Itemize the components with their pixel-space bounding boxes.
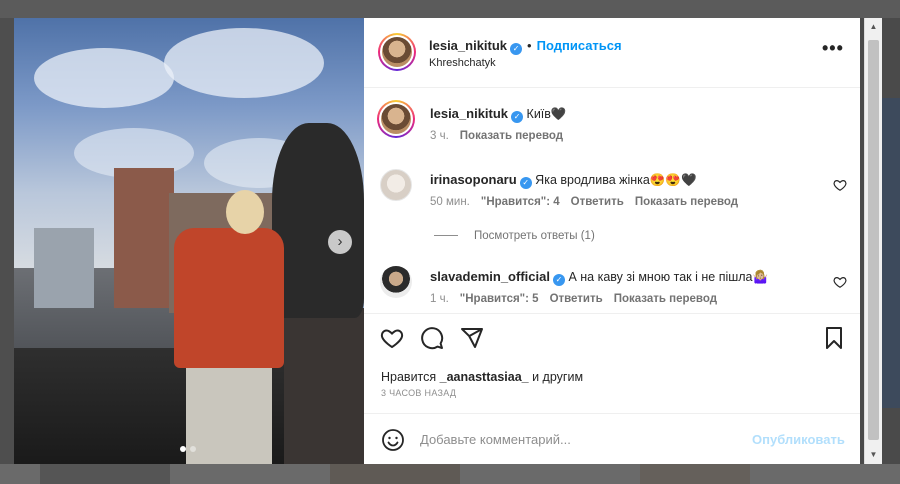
- comment-username[interactable]: slavademin_official: [430, 269, 550, 284]
- bookmark-icon[interactable]: [822, 326, 846, 350]
- backdrop-left: [0, 18, 14, 484]
- caption-text: Київ🖤: [526, 107, 567, 121]
- translate-link[interactable]: Показать перевод: [635, 196, 738, 208]
- caption-username[interactable]: lesia_nikituk: [430, 106, 508, 121]
- post-location[interactable]: Khreshchatyk: [429, 57, 496, 69]
- reply-button[interactable]: Ответить: [571, 196, 624, 208]
- author-username[interactable]: lesia_nikituk: [429, 38, 507, 53]
- caption-translate-link[interactable]: Показать перевод: [460, 130, 563, 142]
- comment-avatar[interactable]: [380, 266, 412, 298]
- publish-button[interactable]: Опубликовать: [752, 432, 845, 447]
- caption-time[interactable]: 3 ч.: [430, 130, 449, 142]
- likes-user[interactable]: _aanasttasiaa_: [440, 370, 529, 384]
- verified-badge-icon: ✓: [519, 177, 532, 189]
- author-avatar[interactable]: [378, 33, 416, 71]
- verified-badge-icon: ✓: [511, 111, 524, 123]
- reply-button[interactable]: Ответить: [550, 293, 603, 305]
- backdrop-bottom: [0, 464, 900, 484]
- carousel-dots: [180, 439, 200, 452]
- comment-likes[interactable]: "Нравится": 4: [481, 196, 560, 208]
- chevron-right-icon: ›: [337, 233, 343, 250]
- translate-link[interactable]: Показать перевод: [614, 293, 717, 305]
- post-panel: lesia_nikituk ✓ • Подписаться Khreshchatyk …: [364, 18, 860, 464]
- scroll-down-arrow-icon[interactable]: ▼: [865, 448, 882, 462]
- more-options-icon[interactable]: •••: [822, 39, 844, 57]
- verified-badge-icon: ✓: [510, 43, 523, 55]
- comment-avatar[interactable]: [380, 169, 412, 201]
- follow-button[interactable]: Подписаться: [537, 38, 622, 53]
- emoji-icon[interactable]: [381, 428, 405, 452]
- comments-list[interactable]: lesia_nikituk ✓ Київ🖤 3 ч. Показать перево…: [364, 89, 860, 313]
- comment-username[interactable]: irinasoponaru: [430, 172, 517, 187]
- header-separator: •: [527, 38, 532, 53]
- backdrop-top: [0, 0, 900, 18]
- post-actions: Нравится _aanasttasiaa_ и другим 3 ЧАСОВ…: [364, 313, 860, 413]
- paper-plane-icon[interactable]: [460, 326, 484, 350]
- add-comment-bar: Опубликовать: [364, 413, 860, 464]
- comment-text: Яка вродлива жінка😍😍🖤: [535, 173, 697, 187]
- carousel-next-button[interactable]: ›: [328, 230, 352, 254]
- view-replies-link[interactable]: Посмотреть ответы (1): [434, 230, 595, 242]
- add-comment-input[interactable]: [420, 427, 740, 451]
- verified-badge-icon: ✓: [552, 274, 565, 286]
- post-header: lesia_nikituk ✓ • Подписаться Khreshchatyk …: [364, 18, 860, 88]
- comment-text: А на каву зі мною так і не пішла🤷🏼‍♀️: [568, 270, 769, 284]
- carousel-dot: [180, 446, 186, 452]
- comment-icon[interactable]: [420, 326, 444, 350]
- post-timestamp[interactable]: 3 ЧАСОВ НАЗАД: [381, 388, 456, 398]
- page-scrollbar[interactable]: ▲ ▼: [864, 18, 882, 464]
- comment-time[interactable]: 1 ч.: [430, 293, 449, 305]
- post-photo[interactable]: ›: [14, 18, 364, 464]
- caption-avatar[interactable]: [377, 100, 415, 138]
- comment-time[interactable]: 50 мин.: [430, 196, 470, 208]
- likes-summary[interactable]: Нравится _aanasttasiaa_ и другим: [381, 370, 583, 384]
- comment-likes[interactable]: "Нравится": 5: [460, 293, 539, 305]
- comment-heart-icon[interactable]: [833, 275, 847, 289]
- scrollbar-thumb[interactable]: [868, 40, 879, 440]
- scroll-up-arrow-icon[interactable]: ▲: [865, 20, 882, 34]
- comment-heart-icon[interactable]: [833, 178, 847, 192]
- heart-icon[interactable]: [380, 326, 404, 350]
- carousel-dot: [190, 446, 196, 452]
